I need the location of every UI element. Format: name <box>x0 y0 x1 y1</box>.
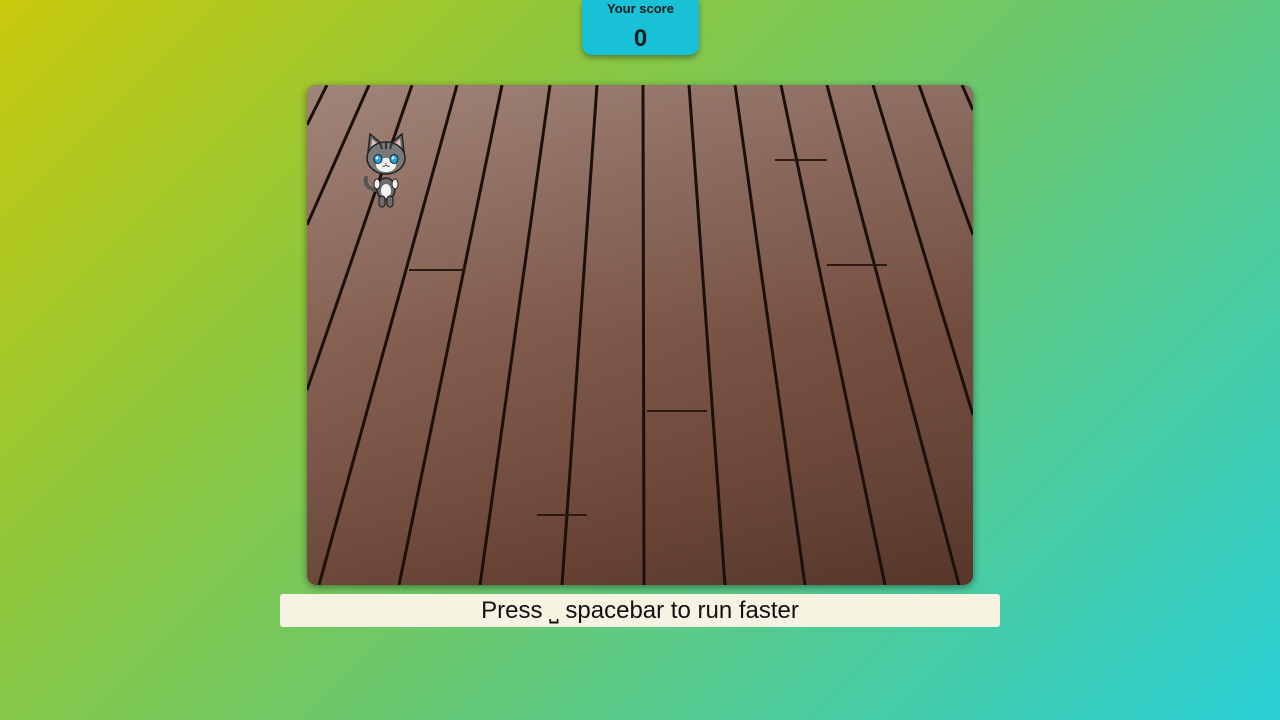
score-label: Your score <box>607 1 674 16</box>
game-canvas[interactable] <box>307 85 973 585</box>
speed-hint-bar: Press ⎵ spacebar to run faster <box>280 594 1000 627</box>
score-value: 0 <box>633 25 648 52</box>
cat-player-sprite <box>363 132 406 208</box>
score-panel: Your score 0 <box>582 0 699 55</box>
